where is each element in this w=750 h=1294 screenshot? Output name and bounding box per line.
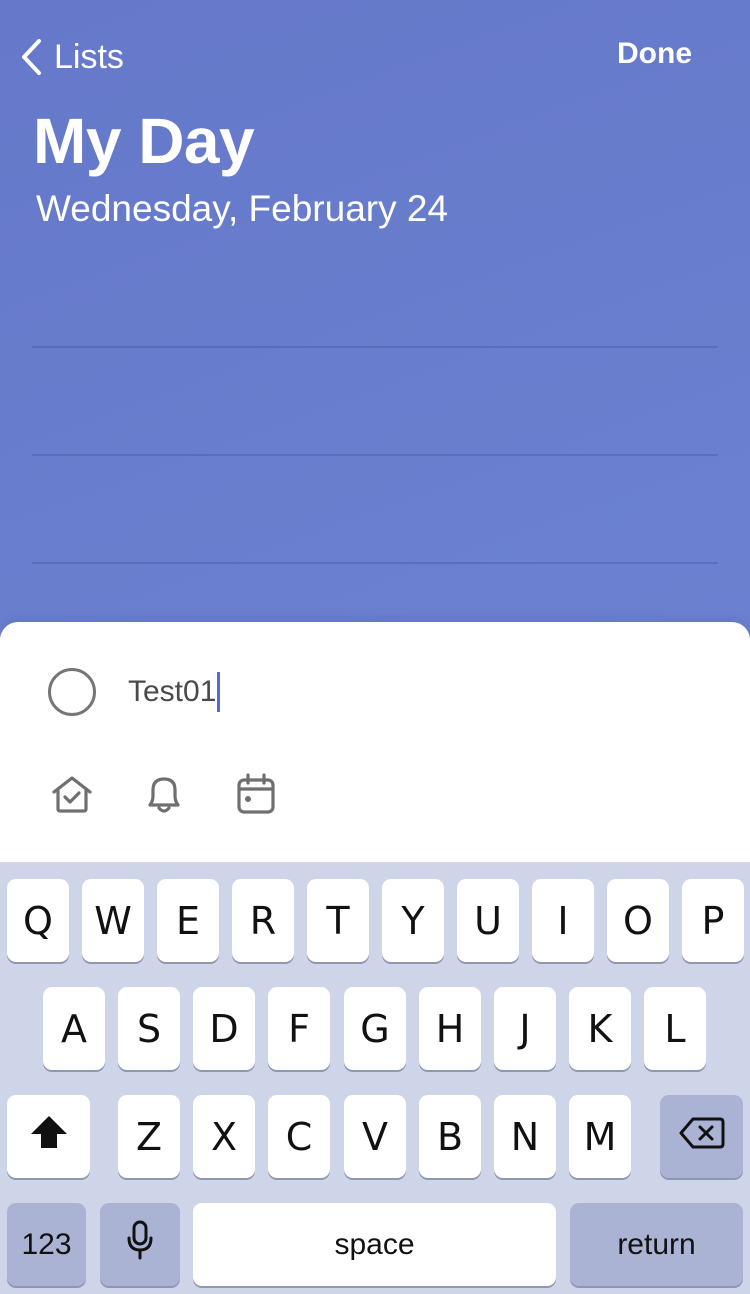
key-e[interactable]: E	[157, 879, 219, 962]
key-a[interactable]: A	[43, 987, 105, 1070]
key-n[interactable]: N	[494, 1095, 556, 1178]
key-l[interactable]: L	[644, 987, 706, 1070]
key-u[interactable]: U	[457, 879, 519, 962]
back-to-lists-button[interactable]: Lists	[20, 34, 124, 80]
key-o[interactable]: O	[607, 879, 669, 962]
add-task-sheet: Test01	[0, 622, 750, 882]
key-g[interactable]: G	[344, 987, 406, 1070]
task-title-text: Test01	[128, 675, 217, 708]
text-caret	[217, 672, 221, 712]
page-date: Wednesday, February 24	[36, 188, 449, 229]
key-b[interactable]: B	[419, 1095, 481, 1178]
list-divider	[32, 454, 718, 456]
key-s[interactable]: S	[118, 987, 180, 1070]
shift-arrow-icon	[29, 1114, 69, 1159]
key-t[interactable]: T	[307, 879, 369, 962]
space-key[interactable]: space	[193, 1203, 556, 1286]
page-title: My Day	[33, 105, 255, 177]
key-d[interactable]: D	[193, 987, 255, 1070]
key-h[interactable]: H	[419, 987, 481, 1070]
key-j[interactable]: J	[494, 987, 556, 1070]
due-date-calendar-icon[interactable]	[234, 772, 278, 816]
chevron-left-icon	[20, 38, 42, 76]
key-x[interactable]: X	[193, 1095, 255, 1178]
task-complete-circle[interactable]	[48, 668, 96, 716]
key-r[interactable]: R	[232, 879, 294, 962]
key-k[interactable]: K	[569, 987, 631, 1070]
done-button[interactable]: Done	[617, 34, 692, 74]
my-day-screen: Lists Done My Day Wednesday, February 24…	[0, 0, 750, 1294]
key-y[interactable]: Y	[382, 879, 444, 962]
key-q[interactable]: Q	[7, 879, 69, 962]
key-p[interactable]: P	[682, 879, 744, 962]
dictation-key[interactable]	[100, 1203, 180, 1286]
microphone-icon	[126, 1220, 154, 1269]
numbers-key[interactable]: 123	[7, 1203, 86, 1286]
key-i[interactable]: I	[532, 879, 594, 962]
key-c[interactable]: C	[268, 1095, 330, 1178]
list-divider	[32, 346, 718, 348]
key-v[interactable]: V	[344, 1095, 406, 1178]
key-m[interactable]: M	[569, 1095, 631, 1178]
list-divider	[32, 562, 718, 564]
backspace-icon	[678, 1115, 726, 1159]
key-z[interactable]: Z	[118, 1095, 180, 1178]
on-screen-keyboard: Q W E R T Y U I O P A S D F G H J K L Z …	[0, 862, 750, 1294]
shift-key[interactable]	[7, 1095, 90, 1178]
return-key[interactable]: return	[570, 1203, 743, 1286]
delete-key[interactable]	[660, 1095, 743, 1178]
back-label: Lists	[54, 37, 124, 76]
key-w[interactable]: W	[82, 879, 144, 962]
reminder-bell-icon[interactable]	[142, 772, 186, 816]
task-title-input[interactable]: Test01	[128, 670, 221, 714]
add-to-my-day-icon[interactable]	[50, 772, 94, 816]
key-f[interactable]: F	[268, 987, 330, 1070]
